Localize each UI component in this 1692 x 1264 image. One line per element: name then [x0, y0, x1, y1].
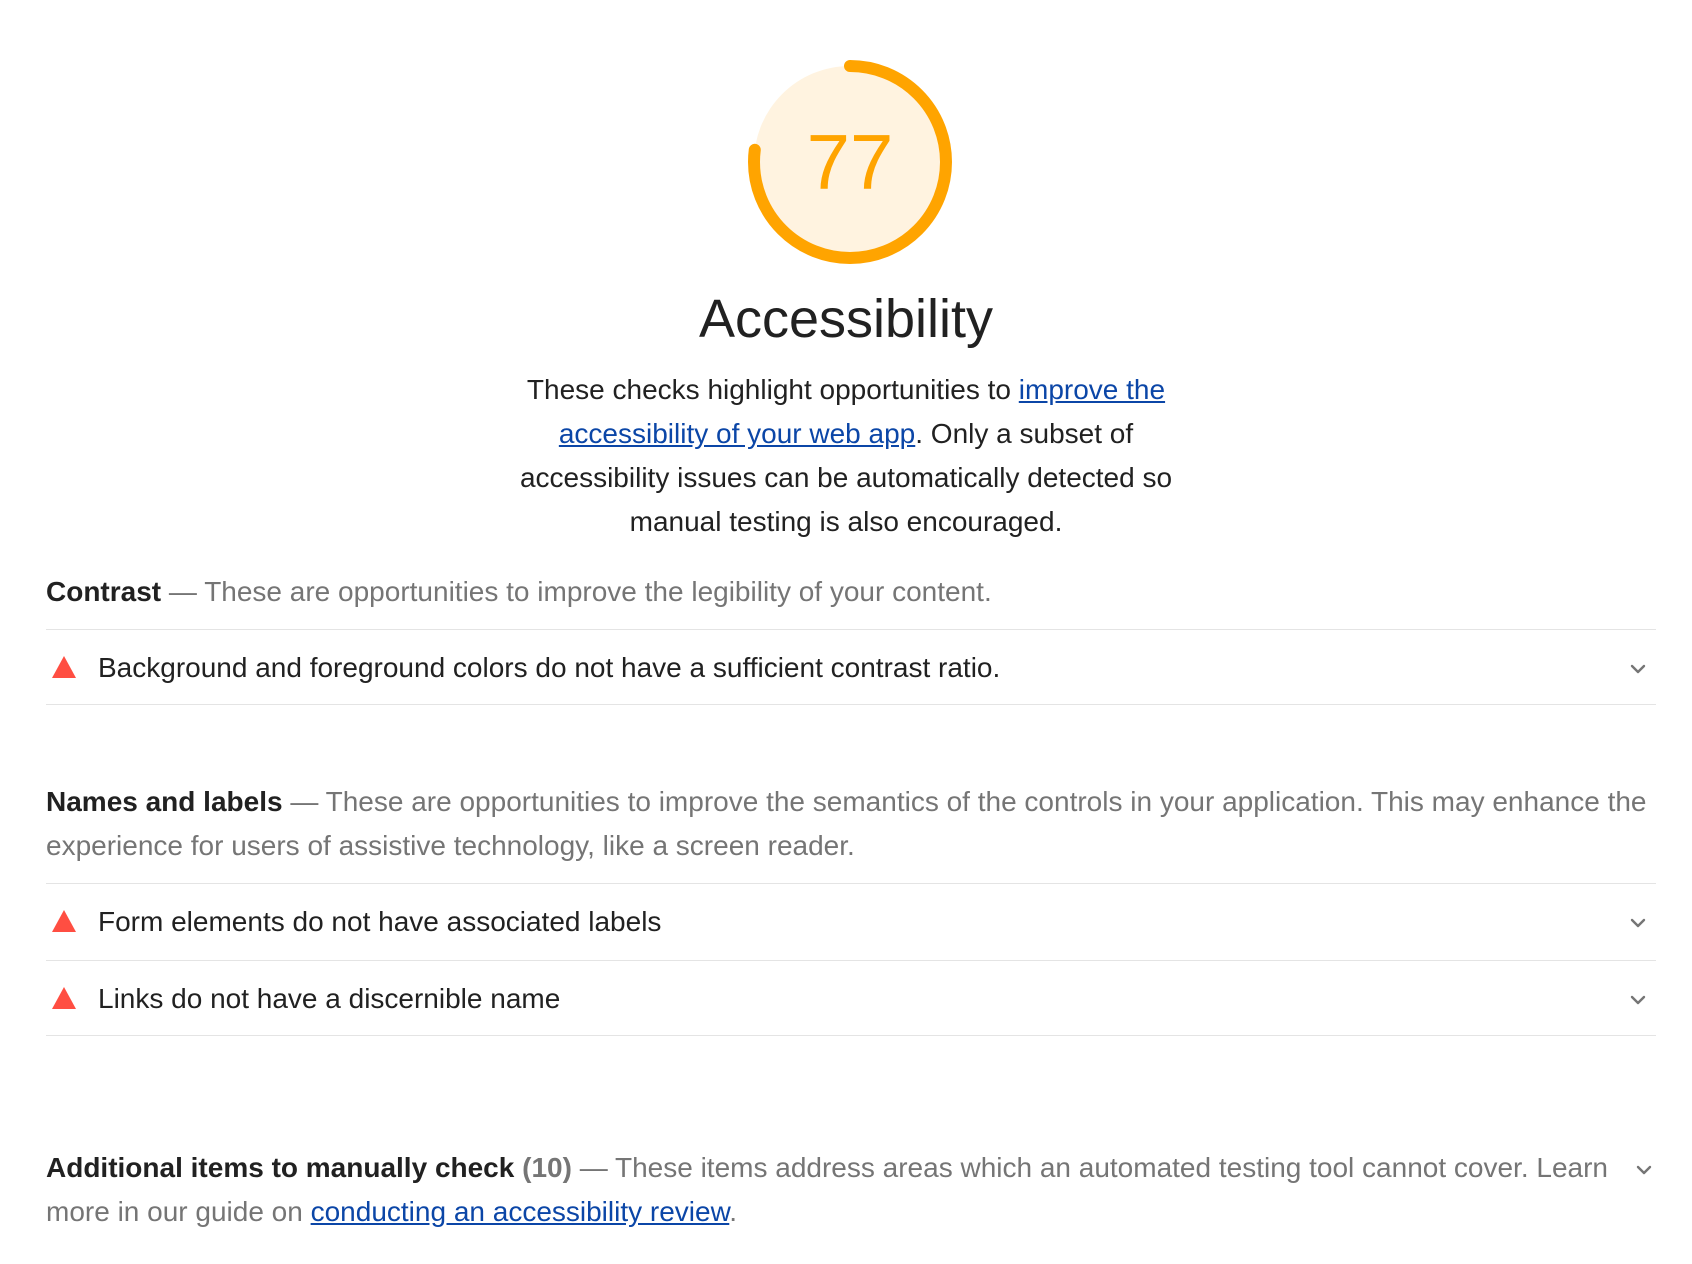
audit-title: Links do not have a discernible name [98, 983, 561, 1014]
lighthouse-accessibility-report: 77 Accessibility These checks highlight … [0, 0, 1692, 1264]
fail-triangle-icon [52, 910, 76, 932]
group-header-contrast: Contrast — These are opportunities to im… [46, 570, 1656, 614]
group-description: These are opportunities to improve the l… [204, 576, 992, 607]
group-title: Contrast [46, 576, 162, 607]
group-header-names-and-labels: Names and labels — These are opportuniti… [46, 780, 1656, 868]
chevron-down-icon[interactable] [1628, 659, 1648, 679]
audit-title: Form elements do not have associated lab… [98, 906, 662, 937]
chevron-down-icon[interactable] [1628, 990, 1648, 1010]
group-title: Names and labels [46, 786, 283, 817]
category-title: Accessibility [698, 289, 994, 349]
manual-items-description-suffix: . [729, 1196, 738, 1227]
fail-triangle-icon [52, 656, 76, 678]
accessibility-review-link[interactable]: conducting an accessibility review [311, 1196, 730, 1227]
audit-row-label[interactable]: Form elements do not have associated lab… [46, 883, 1656, 959]
category-description-prefix: These checks highlight opportunities to [526, 374, 1019, 405]
audit-row-color-contrast[interactable]: Background and foreground colors do not … [46, 629, 1656, 705]
group-separator: — [161, 576, 205, 607]
manual-items-title: Additional items to manually check [46, 1152, 515, 1183]
score-gauge: 77 [744, 56, 956, 268]
audit-title: Background and foreground colors do not … [98, 652, 1001, 683]
manual-items-header[interactable]: Additional items to manually check (10) … [46, 1146, 1616, 1234]
manual-items-count: (10) [522, 1152, 572, 1183]
fail-triangle-icon [52, 987, 76, 1009]
group-separator: — [282, 786, 326, 817]
audit-row-link-name[interactable]: Links do not have a discernible name [46, 960, 1656, 1036]
category-description: These checks highlight opportunities to … [496, 368, 1196, 544]
chevron-down-icon[interactable] [1628, 913, 1648, 933]
chevron-down-icon[interactable] [1634, 1160, 1654, 1180]
group-separator: — [571, 1152, 615, 1183]
score-value: 77 [806, 118, 894, 206]
